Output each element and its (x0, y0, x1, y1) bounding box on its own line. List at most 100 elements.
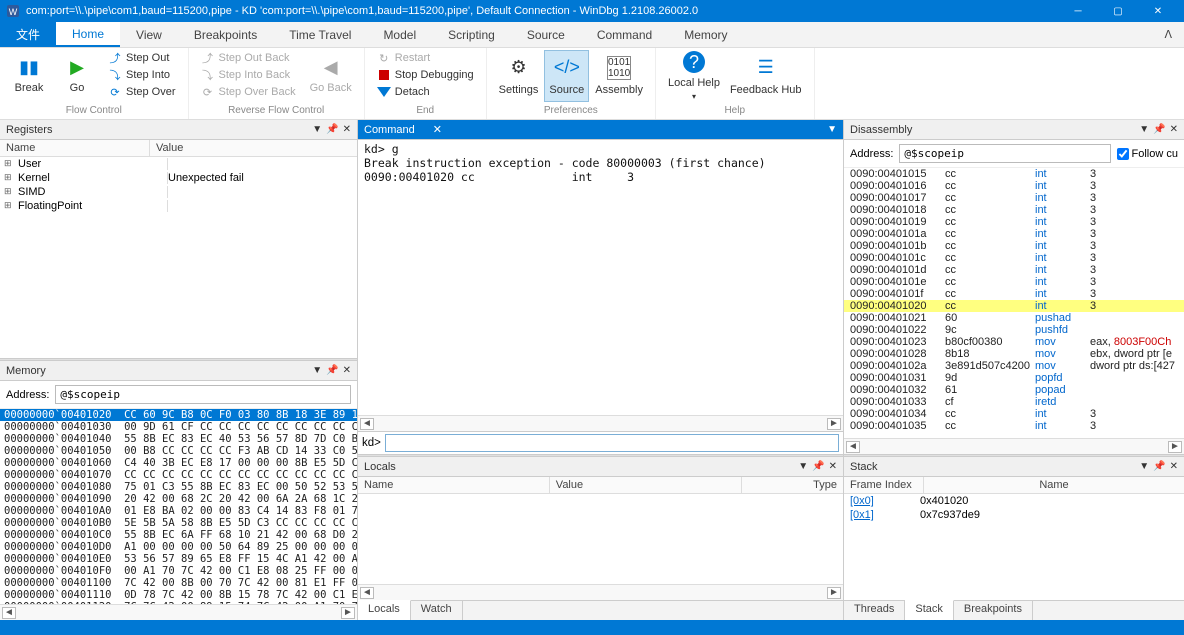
disasm-line[interactable]: 0090:00401023b80cf00380moveax, 8003F00Ch (844, 336, 1184, 348)
panel-menu-icon[interactable]: ▼ (1139, 461, 1149, 472)
follow-checkbox[interactable]: Follow cu (1117, 148, 1178, 160)
register-row[interactable]: ⊞FloatingPoint (0, 199, 357, 213)
go-button[interactable]: ▶ Go (56, 50, 98, 102)
disasm-line[interactable]: 0090:00401035ccint3 (844, 420, 1184, 432)
detach-button[interactable]: Detach (373, 84, 478, 100)
memory-line[interactable]: 00000000`00401030 00 9D 61 CF CC CC CC C… (0, 421, 357, 433)
disasm-line[interactable]: 0090:00401018ccint3 (844, 204, 1184, 216)
step-into-button[interactable]: ⤵Step Into (104, 67, 180, 83)
tab-bp[interactable]: Breakpoints (954, 601, 1033, 620)
menu-file[interactable]: 文件 (0, 22, 56, 47)
tab-watch[interactable]: Watch (411, 601, 463, 620)
tab-threads[interactable]: Threads (844, 601, 905, 620)
disasm-line[interactable]: 0090:0040102160pushad (844, 312, 1184, 324)
close-button[interactable]: ✕ (1138, 6, 1178, 17)
memory-line[interactable]: 00000000`00401070 CC CC CC CC CC CC CC C… (0, 469, 357, 481)
disasm-line[interactable]: 0090:004010229cpushfd (844, 324, 1184, 336)
disasm-hscroll[interactable]: ◄► (844, 438, 1184, 454)
memory-line[interactable]: 00000000`004010B0 5E 5B 5A 58 8B E5 5D C… (0, 517, 357, 529)
stack-body[interactable]: [0x0]0x401020[0x1]0x7c937de9 (844, 494, 1184, 600)
disasm-line[interactable]: 0090:004010288b18movebx, dword ptr [e (844, 348, 1184, 360)
step-out-button[interactable]: ⤴Step Out (104, 50, 180, 66)
disasm-line[interactable]: 0090:00401016ccint3 (844, 180, 1184, 192)
pin-icon[interactable]: 📌 (812, 461, 824, 472)
command-hscroll[interactable]: ◄► (358, 415, 843, 431)
disasm-line[interactable]: 0090:0040101cccint3 (844, 252, 1184, 264)
disasm-line[interactable]: 0090:0040101eccint3 (844, 276, 1184, 288)
menu-home[interactable]: Home (56, 22, 120, 47)
memory-line[interactable]: 00000000`004010A0 01 E8 BA 02 00 00 83 C… (0, 505, 357, 517)
settings-button[interactable]: ⚙Settings (495, 50, 543, 102)
memory-line[interactable]: 00000000`00401060 C4 40 3B EC E8 17 00 0… (0, 457, 357, 469)
panel-menu-icon[interactable]: ▼ (312, 124, 322, 135)
stop-debugging-button[interactable]: Stop Debugging (373, 67, 478, 83)
memory-line[interactable]: 00000000`00401100 7C 42 00 8B 00 70 7C 4… (0, 577, 357, 589)
register-row[interactable]: ⊞KernelUnexpected fail (0, 171, 357, 185)
memory-line[interactable]: 00000000`004010C0 55 8B EC 6A FF 68 10 2… (0, 529, 357, 541)
menu-source[interactable]: Source (511, 22, 581, 47)
disasm-line[interactable]: 0090:00401015ccint3 (844, 168, 1184, 180)
pin-icon[interactable]: 📌 (326, 124, 338, 135)
pin-icon[interactable]: 📌 (1153, 461, 1165, 472)
menu-model[interactable]: Model (367, 22, 432, 47)
panel-menu-icon[interactable]: ▼ (798, 461, 808, 472)
disasm-line[interactable]: 0090:0040102a3e891d507c4200movdword ptr … (844, 360, 1184, 372)
register-row[interactable]: ⊞SIMD (0, 185, 357, 199)
disasm-line[interactable]: 0090:00401033cfiretd (844, 396, 1184, 408)
disasm-line[interactable]: 0090:00401020ccint3 (844, 300, 1184, 312)
menu-memory[interactable]: Memory (668, 22, 743, 47)
assembly-button[interactable]: 01011010Assembly (591, 50, 647, 102)
maximize-button[interactable]: ▢ (1098, 6, 1138, 17)
break-button[interactable]: ▮▮ Break (8, 50, 50, 102)
stack-row[interactable]: [0x0]0x401020 (844, 494, 1184, 508)
command-input[interactable] (385, 434, 839, 452)
disasm-line[interactable]: 0090:0040101bccint3 (844, 240, 1184, 252)
memory-line[interactable]: 00000000`00401110 0D 78 7C 42 00 8B 15 7… (0, 589, 357, 601)
panel-menu-icon[interactable]: ▼ (827, 124, 837, 135)
memory-hscroll[interactable]: ◄► (0, 604, 357, 620)
memory-line[interactable]: 00000000`004010D0 A1 00 00 00 00 50 64 8… (0, 541, 357, 553)
feedback-hub-button[interactable]: ☰Feedback Hub (726, 50, 806, 102)
disasm-line[interactable]: 0090:00401019ccint3 (844, 216, 1184, 228)
local-help-button[interactable]: ?Local Help▾ (664, 50, 724, 102)
close-panel-icon[interactable]: ✕ (343, 365, 351, 376)
menu-time-travel[interactable]: Time Travel (273, 22, 367, 47)
close-tab-icon[interactable]: ✕ (433, 123, 442, 136)
disasm-line[interactable]: 0090:0040101dccint3 (844, 264, 1184, 276)
panel-menu-icon[interactable]: ▼ (1139, 124, 1149, 135)
memory-line[interactable]: 00000000`00401050 00 B8 CC CC CC CC F3 A… (0, 445, 357, 457)
close-panel-icon[interactable]: ✕ (343, 124, 351, 135)
close-panel-icon[interactable]: ✕ (1170, 461, 1178, 472)
close-panel-icon[interactable]: ✕ (829, 461, 837, 472)
pin-icon[interactable]: 📌 (326, 365, 338, 376)
tab-locals[interactable]: Locals (358, 600, 411, 620)
disasm-line[interactable]: 0090:0040101accint3 (844, 228, 1184, 240)
memory-line[interactable]: 00000000`00401090 20 42 00 68 2C 20 42 0… (0, 493, 357, 505)
close-panel-icon[interactable]: ✕ (1170, 124, 1178, 135)
locals-body[interactable] (358, 494, 843, 584)
disassembly-body[interactable]: 0090:00401015ccint30090:00401016ccint300… (844, 168, 1184, 438)
registers-body[interactable]: ⊞User⊞KernelUnexpected fail⊞SIMD⊞Floatin… (0, 157, 357, 358)
command-output[interactable]: kd> g Break instruction exception - code… (358, 140, 843, 415)
ribbon-collapse[interactable]: ᐱ (1152, 22, 1184, 47)
memory-body[interactable]: 00000000`00401020 CC 60 9C B8 0C F0 03 8… (0, 409, 357, 604)
register-row[interactable]: ⊞User (0, 157, 357, 171)
stack-row[interactable]: [0x1]0x7c937de9 (844, 508, 1184, 522)
disasm-line[interactable]: 0090:00401034ccint3 (844, 408, 1184, 420)
disasm-line[interactable]: 0090:0040103261popad (844, 384, 1184, 396)
memory-line[interactable]: 00000000`00401080 75 01 C3 55 8B EC 83 E… (0, 481, 357, 493)
menu-scripting[interactable]: Scripting (432, 22, 511, 47)
pin-icon[interactable]: 📌 (1153, 124, 1165, 135)
minimize-button[interactable]: ─ (1058, 6, 1098, 17)
memory-line[interactable]: 00000000`004010F0 00 A1 70 7C 42 00 C1 E… (0, 565, 357, 577)
tab-stack[interactable]: Stack (905, 600, 954, 620)
disasm-line[interactable]: 0090:0040101fccint3 (844, 288, 1184, 300)
panel-menu-icon[interactable]: ▼ (312, 365, 322, 376)
disasm-address-input[interactable] (899, 144, 1110, 163)
disasm-line[interactable]: 0090:00401017ccint3 (844, 192, 1184, 204)
memory-line[interactable]: 00000000`00401040 55 8B EC 83 EC 40 53 5… (0, 433, 357, 445)
source-button[interactable]: </>Source (544, 50, 589, 102)
menu-command[interactable]: Command (581, 22, 668, 47)
step-over-button[interactable]: ⟳Step Over (104, 84, 180, 100)
memory-line[interactable]: 00000000`00401020 CC 60 9C B8 0C F0 03 8… (0, 409, 357, 421)
